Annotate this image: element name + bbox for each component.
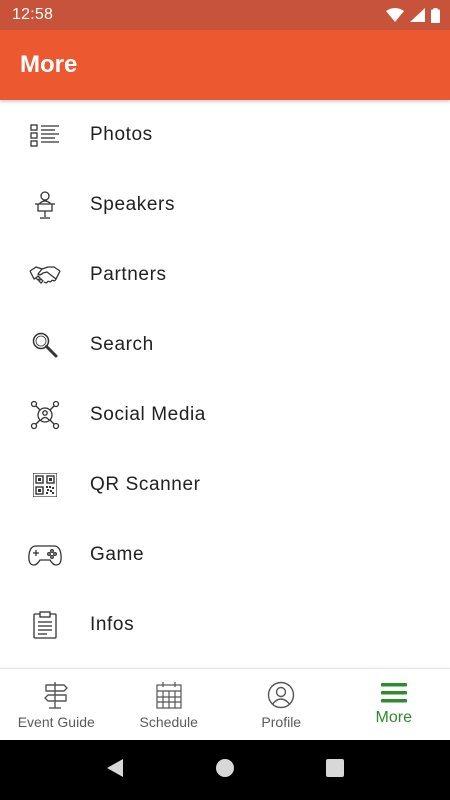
signpost-icon [42,681,70,709]
qr-code-icon [0,450,90,520]
nav-label: Profile [261,714,302,730]
back-triangle-icon [105,758,125,783]
menu-list: Photos Speakers Partners Search Social M… [0,100,450,668]
nav-label: Schedule [139,714,198,730]
menu-item-label: Infos [90,614,135,635]
battery-icon [431,7,440,23]
menu-item-speakers[interactable]: Speakers [0,170,450,240]
user-circle-icon [267,681,295,709]
menu-item-label: Search [90,334,154,355]
social-network-icon [0,380,90,450]
menu-item-infos[interactable]: Infos [0,590,450,660]
recents-square-icon [326,758,344,782]
app-bar: More [0,30,450,100]
menu-item-search[interactable]: Search [0,310,450,380]
menu-item-label: Game [90,544,145,565]
menu-item-label: Partners [90,264,167,285]
status-time: 12:58 [12,6,54,23]
nav-label: More [375,709,412,726]
nav-schedule[interactable]: Schedule [113,669,226,740]
wifi-icon [386,8,404,22]
menu-item-label: QR Scanner [90,474,201,495]
menu-item-game[interactable]: Game [0,520,450,590]
menu-item-social-media[interactable]: Social Media [0,380,450,450]
home-button[interactable] [195,740,255,800]
list-icon [0,100,90,170]
recents-button[interactable] [305,740,365,800]
back-button[interactable] [85,740,145,800]
handshake-icon [0,240,90,310]
nav-more[interactable]: More [338,669,450,740]
status-icons [386,7,440,23]
menu-item-label: Social Media [90,404,206,425]
calendar-icon [156,681,182,709]
menu-item-photos[interactable]: Photos [0,100,450,170]
nav-label: Event Guide [17,714,95,730]
clipboard-icon [0,590,90,660]
menu-item-label: Photos [90,124,153,145]
speaker-icon [0,170,90,240]
home-circle-icon [215,758,235,783]
status-bar: 12:58 [0,0,450,30]
hamburger-menu-icon [380,681,408,705]
page-title: More [20,51,78,78]
search-icon [0,310,90,380]
menu-item-partners[interactable]: Partners [0,240,450,310]
gamepad-icon [0,520,90,590]
nav-profile[interactable]: Profile [225,669,338,740]
system-navigation-bar [0,740,450,800]
cellular-signal-icon [410,8,425,22]
menu-item-qr-scanner[interactable]: QR Scanner [0,450,450,520]
bottom-navigation: Event Guide Schedule Profile More [0,668,450,740]
nav-event-guide[interactable]: Event Guide [0,669,113,740]
menu-item-label: Speakers [90,194,176,215]
